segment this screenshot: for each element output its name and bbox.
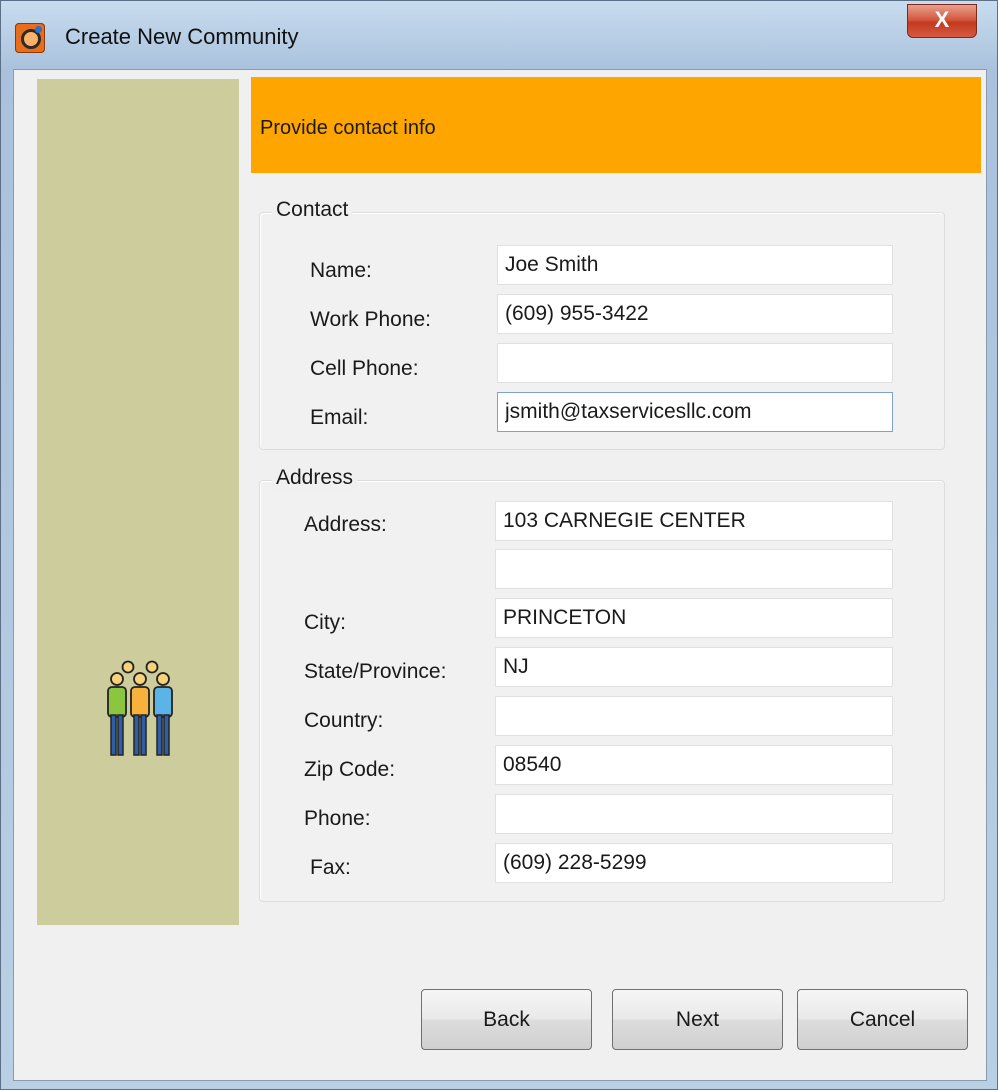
header-text: Provide contact info: [260, 117, 436, 139]
city-field[interactable]: [495, 598, 893, 638]
cancel-button[interactable]: Cancel: [797, 989, 968, 1050]
title-bar[interactable]: Create New Community X: [1, 1, 997, 69]
fax-label: Fax:: [310, 856, 351, 879]
people-group-icon: [107, 660, 173, 756]
close-button[interactable]: X: [907, 4, 977, 38]
email-label: Email:: [310, 406, 369, 429]
name-field[interactable]: [497, 245, 893, 285]
country-field[interactable]: [495, 696, 893, 736]
address-label: Address:: [304, 513, 387, 536]
email-field[interactable]: [497, 392, 893, 432]
state-province-field[interactable]: [495, 647, 893, 687]
address-line2-field[interactable]: [495, 549, 893, 589]
work-phone-label: Work Phone:: [310, 308, 432, 331]
zip-code-field[interactable]: [495, 745, 893, 785]
zip-code-label: Zip Code:: [304, 758, 396, 781]
side-panel: [37, 79, 239, 925]
window-title: Create New Community: [65, 24, 299, 49]
phone-field[interactable]: [495, 794, 893, 834]
dialog-client-area: Provide contact info Contact Name: Work …: [13, 69, 987, 1081]
work-phone-field[interactable]: [497, 294, 893, 334]
name-label: Name:: [310, 259, 372, 282]
country-label: Country:: [304, 709, 384, 732]
address-group-title: Address: [272, 466, 358, 490]
city-label: City:: [304, 611, 346, 634]
header-banner: Provide contact info: [251, 77, 981, 173]
dialog-window: Create New Community X Provide contact i…: [0, 0, 998, 1090]
back-button[interactable]: Back: [421, 989, 592, 1050]
phone-label: Phone:: [304, 807, 371, 830]
address-group: Address Address: City: State/Province: C…: [259, 466, 945, 902]
app-icon: [15, 23, 45, 53]
next-button[interactable]: Next: [612, 989, 783, 1050]
cell-phone-field[interactable]: [497, 343, 893, 383]
contact-group: Contact Name: Work Phone: Cell Phone: Em…: [259, 198, 945, 450]
fax-field[interactable]: [495, 843, 893, 883]
cell-phone-label: Cell Phone:: [310, 357, 419, 380]
contact-group-title: Contact: [272, 198, 353, 222]
state-province-label: State/Province:: [304, 660, 447, 683]
address-line1-field[interactable]: [495, 501, 893, 541]
